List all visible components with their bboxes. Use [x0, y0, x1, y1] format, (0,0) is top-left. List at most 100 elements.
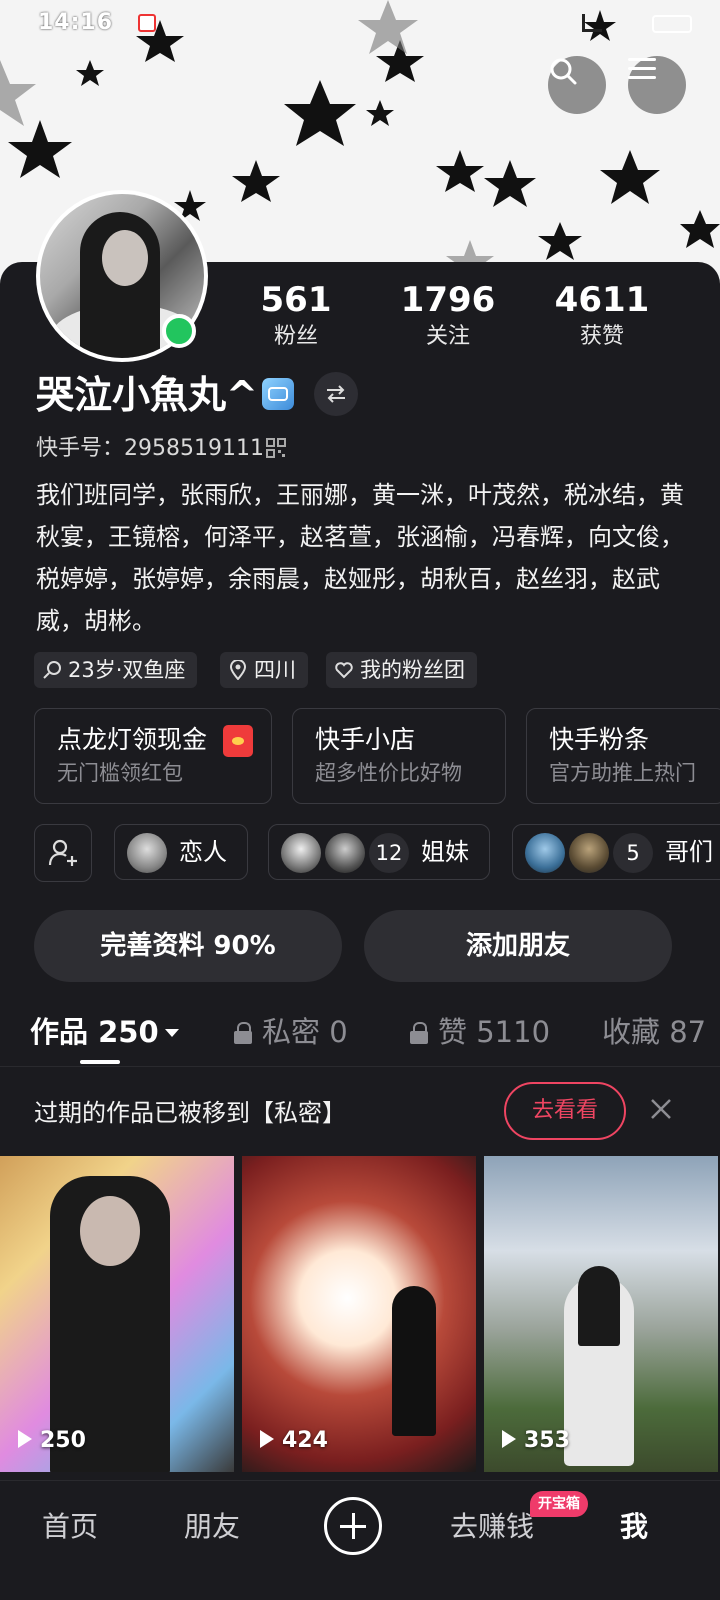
video-grid: 250 424 353: [0, 1156, 720, 1474]
play-count-value: 250: [40, 1428, 86, 1453]
stat-likes[interactable]: 4611 获赞: [532, 280, 672, 354]
play-icon: [18, 1430, 32, 1448]
go-view-button[interactable]: 去看看: [504, 1082, 626, 1140]
play-icon: [502, 1430, 516, 1448]
status-time: 14:16: [38, 10, 114, 35]
profile-bio: 我们班同学，张雨欣，王丽娜，黄一洣，叶茂然，税冰结，黄秋宴，王镜榕，何泽平，赵茗…: [36, 481, 684, 635]
relation-avatar: [569, 833, 609, 873]
tab-label: 赞 5110: [438, 1015, 551, 1049]
relation-avatar: [281, 833, 321, 873]
close-icon[interactable]: [648, 1096, 674, 1122]
stat-value: 561: [260, 280, 332, 320]
heart-icon: [335, 662, 353, 679]
tab-label: 作品 250: [30, 1015, 159, 1049]
gender-icon: [43, 661, 61, 679]
relation-avatar: [127, 833, 167, 873]
nickname: 哭泣小魚丸^: [36, 373, 258, 417]
nav-friends[interactable]: 朋友: [184, 1507, 240, 1547]
complete-profile-button[interactable]: 完善资料 90%: [34, 910, 342, 982]
tab-label: 收藏 87: [602, 1015, 707, 1049]
online-status-dot: [162, 314, 196, 348]
divider: [0, 1066, 720, 1067]
tag-label: 四川: [254, 658, 296, 682]
stat-label: 获赞: [579, 324, 624, 349]
nav-me[interactable]: 我: [620, 1507, 648, 1547]
play-count: 353: [502, 1426, 570, 1456]
tab-label: 私密 0: [262, 1015, 348, 1049]
stat-following[interactable]: 1796 关注: [378, 280, 518, 354]
tag-location[interactable]: 四川: [220, 652, 308, 688]
relation-brothers[interactable]: 5 哥们: [512, 824, 720, 880]
tab-indicator: [80, 1060, 120, 1064]
kuaishou-id: 快手号：2958519111: [36, 436, 264, 461]
switch-icon: [327, 385, 345, 403]
lock-icon: [234, 1022, 252, 1044]
feature-subtitle: 超多性价比好物: [315, 761, 462, 785]
feature-promotion[interactable]: 快手粉条 官方助推上热门: [526, 708, 720, 804]
stat-label: 粉丝: [273, 324, 318, 349]
tag-label: 23岁·双鱼座: [68, 658, 186, 682]
relation-count: 5: [613, 833, 653, 873]
add-friend-button[interactable]: 添加朋友: [364, 910, 672, 982]
location-icon: [229, 660, 247, 680]
nav-earn[interactable]: 去赚钱: [450, 1507, 534, 1547]
notification-icon: [138, 14, 156, 32]
video-thumbnail[interactable]: 353: [484, 1156, 718, 1472]
notice-text: 过期的作品已被移到【私密】: [34, 1099, 346, 1127]
bottom-navigation: 首页 朋友 去赚钱 开宝箱 我: [0, 1480, 720, 1600]
search-button[interactable]: [548, 56, 606, 114]
add-relation-button[interactable]: [34, 824, 92, 882]
stat-value: 1796: [400, 280, 496, 320]
tab-works[interactable]: 作品 250: [30, 1012, 179, 1052]
search-icon: [550, 58, 577, 85]
status-bar: 14:16: [0, 0, 720, 48]
relation-lover[interactable]: 恋人: [114, 824, 248, 880]
status-icons: [582, 12, 692, 34]
content-tabs: 作品 250 私密 0 赞 5110 收藏 87: [0, 1004, 720, 1066]
feature-subtitle: 无门槛领红包: [57, 761, 183, 785]
relation-label: 哥们: [665, 838, 713, 866]
signal-icon: [582, 14, 602, 32]
relation-label: 恋人: [179, 838, 227, 866]
tag-label: 我的粉丝团: [360, 658, 465, 682]
relation-avatar: [325, 833, 365, 873]
add-user-icon: [48, 839, 77, 866]
video-thumbnail[interactable]: 424: [242, 1156, 476, 1472]
nav-home[interactable]: 首页: [42, 1507, 98, 1547]
feature-title: 快手小店: [315, 725, 416, 754]
switch-account-button[interactable]: [314, 372, 358, 416]
menu-icon: [628, 58, 656, 79]
treasure-badge[interactable]: 开宝箱: [530, 1491, 588, 1517]
relation-avatar: [525, 833, 565, 873]
profile-stats: 561 粉丝 1796 关注 4611 获赞: [236, 280, 676, 360]
red-envelope-icon: [223, 725, 253, 757]
qr-code-icon[interactable]: [266, 438, 286, 458]
stat-followers[interactable]: 561 粉丝: [226, 280, 366, 354]
verified-badge-icon[interactable]: [262, 378, 294, 410]
expired-works-notice: 过期的作品已被移到【私密】 去看看: [0, 1068, 720, 1156]
relation-count: 12: [369, 833, 409, 873]
play-count-value: 353: [524, 1428, 570, 1453]
lock-icon: [410, 1022, 428, 1044]
play-count-value: 424: [282, 1428, 328, 1453]
relation-sisters[interactable]: 12 姐妹: [268, 824, 490, 880]
feature-subtitle: 官方助推上热门: [549, 761, 696, 785]
feature-shop[interactable]: 快手小店 超多性价比好物: [292, 708, 506, 804]
create-post-button[interactable]: [324, 1497, 382, 1555]
tab-likes[interactable]: 赞 5110: [410, 1012, 550, 1052]
battery-icon: [652, 15, 692, 33]
chevron-down-icon: [164, 1029, 179, 1037]
tab-favorites[interactable]: 收藏 87: [602, 1012, 706, 1052]
play-icon: [260, 1430, 274, 1448]
video-thumbnail[interactable]: 250: [0, 1156, 234, 1472]
stat-label: 关注: [425, 324, 470, 349]
menu-button[interactable]: [628, 56, 686, 114]
feature-title: 快手粉条: [549, 725, 650, 754]
stat-value: 4611: [554, 280, 650, 320]
feature-dragon-lantern[interactable]: 点龙灯领现金 无门槛领红包: [34, 708, 272, 804]
tag-age-zodiac[interactable]: 23岁·双鱼座: [34, 652, 198, 688]
tag-fan-group[interactable]: 我的粉丝团: [326, 652, 477, 688]
relation-label: 姐妹: [421, 838, 469, 866]
relationship-row: 恋人 12 姐妹 5 哥们: [34, 824, 720, 882]
tab-private[interactable]: 私密 0: [234, 1012, 348, 1052]
